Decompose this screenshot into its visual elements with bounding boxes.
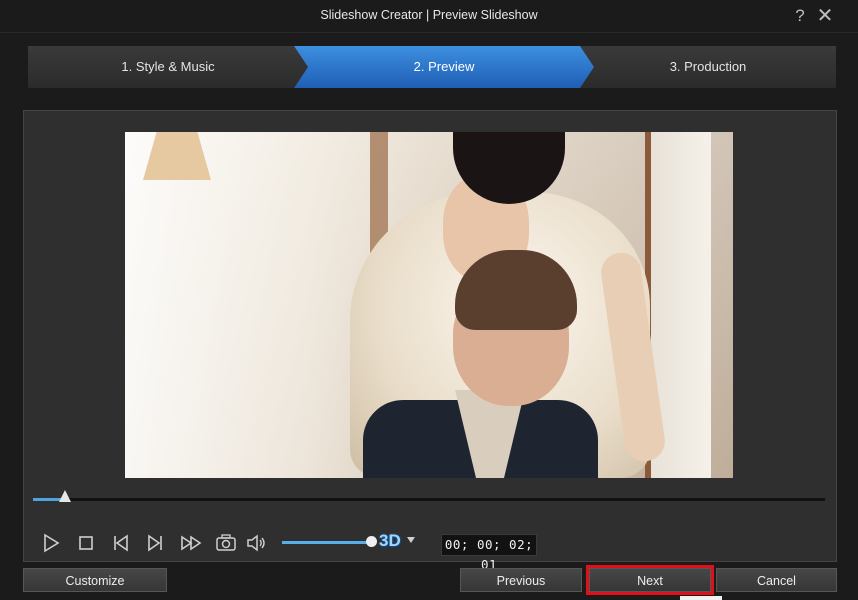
seek-thumb[interactable] — [58, 490, 71, 502]
question-icon[interactable]: ? — [790, 6, 810, 26]
step-style-music[interactable]: 1. Style & Music — [28, 46, 308, 88]
cancel-button[interactable]: Cancel — [716, 568, 837, 592]
chevron-down-icon[interactable] — [407, 537, 415, 543]
tooltip-fragment — [680, 596, 722, 600]
volume-thumb[interactable] — [366, 536, 377, 547]
volume-slider[interactable] — [282, 536, 377, 547]
customize-button[interactable]: Customize — [23, 568, 167, 592]
snapshot-icon[interactable] — [214, 531, 238, 555]
preview-panel: 3D 00; 00; 02; 01 — [23, 110, 837, 572]
fast-forward-icon[interactable] — [179, 531, 203, 555]
3d-button[interactable]: 3D — [379, 531, 401, 551]
seek-bar[interactable] — [33, 490, 825, 502]
timecode-display: 00; 00; 02; 01 — [441, 534, 537, 572]
stop-icon[interactable] — [74, 531, 98, 555]
close-icon[interactable]: ✕ — [815, 6, 835, 26]
step-production[interactable]: 3. Production — [580, 46, 836, 88]
window-title: Slideshow Creator | Preview Slideshow — [320, 8, 538, 22]
title-bar: Slideshow Creator | Preview Slideshow ? … — [0, 0, 858, 33]
wizard-steps: 1. Style & Music 3. Production 2. Previe… — [28, 46, 836, 88]
step-preview[interactable]: 2. Preview — [294, 46, 594, 88]
volume-icon[interactable] — [244, 531, 268, 555]
play-icon[interactable] — [39, 531, 63, 555]
volume-level — [282, 541, 372, 544]
next-button[interactable]: Next — [586, 565, 714, 595]
next-frame-icon[interactable] — [143, 531, 167, 555]
video-preview[interactable] — [125, 132, 733, 478]
previous-frame-icon[interactable] — [109, 531, 133, 555]
previous-button[interactable]: Previous — [460, 568, 582, 592]
